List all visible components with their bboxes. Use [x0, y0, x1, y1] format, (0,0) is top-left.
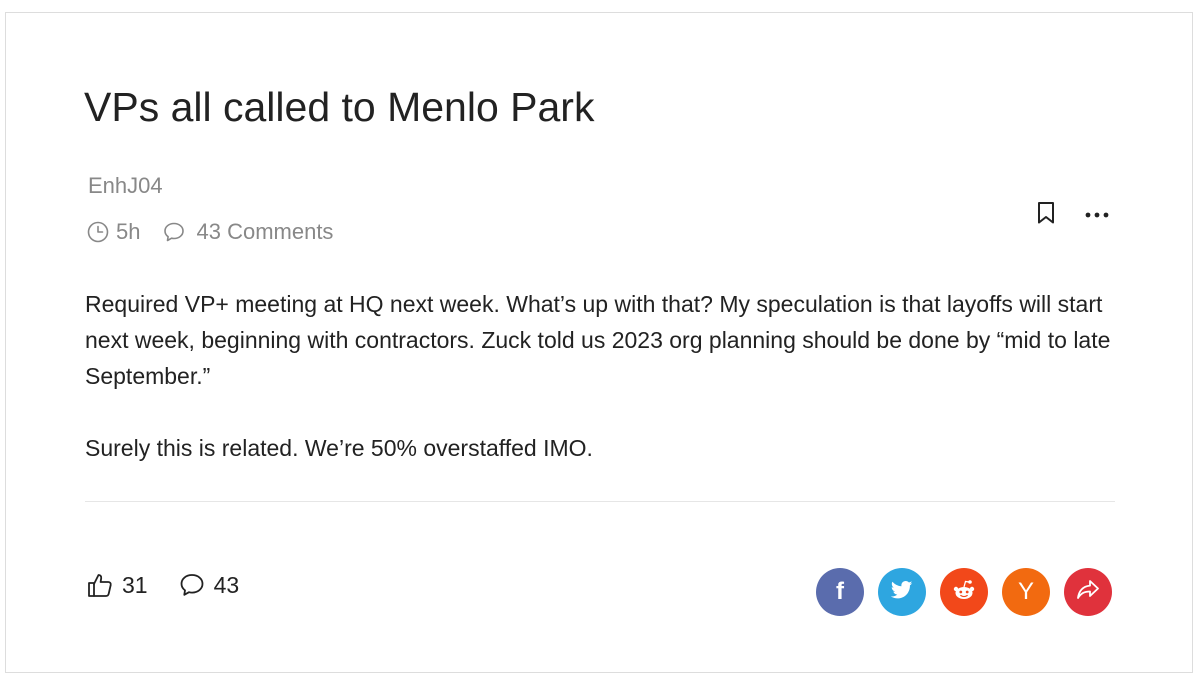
hacker-news-icon: Y: [1017, 578, 1034, 605]
bookmark-icon: [1036, 201, 1056, 230]
post-paragraph: Required VP+ meeting at HQ next week. Wh…: [85, 291, 1111, 389]
more-options-button[interactable]: [1082, 202, 1112, 226]
reddit-share-button[interactable]: [940, 568, 988, 616]
bookmark-button[interactable]: [1034, 201, 1058, 230]
more-dots-icon: [1085, 205, 1109, 223]
speech-bubble-icon: [178, 571, 206, 599]
post-body: Required VP+ meeting at HQ next week. Wh…: [85, 286, 1115, 466]
post-title: VPs all called to Menlo Park: [84, 84, 595, 130]
facebook-share-button[interactable]: f: [816, 568, 864, 616]
more-share-button[interactable]: [1064, 568, 1112, 616]
like-button[interactable]: 31: [86, 571, 148, 599]
facebook-icon: f: [836, 578, 844, 605]
comments-link[interactable]: 43 Comments: [196, 219, 333, 245]
comment-count: 43: [213, 571, 240, 598]
post-author[interactable]: EnhJ04: [88, 173, 163, 199]
hacker-news-share-button[interactable]: Y: [1002, 568, 1050, 616]
speech-bubble-icon: [162, 220, 186, 244]
post-stats: 31 43: [86, 571, 239, 599]
twitter-icon: [890, 580, 913, 604]
post-paragraph: Surely this is related. We’re 50% overst…: [85, 435, 593, 461]
reddit-icon: [952, 579, 976, 606]
comment-button[interactable]: 43: [178, 571, 240, 599]
divider: [85, 501, 1115, 502]
like-count: 31: [122, 571, 148, 598]
post-time: 5h: [116, 219, 141, 244]
twitter-share-button[interactable]: [878, 568, 926, 616]
share-arrow-icon: [1076, 579, 1100, 606]
clock-icon: [86, 220, 110, 244]
post-card: VPs all called to Menlo Park EnhJ04 5h 4…: [5, 12, 1193, 673]
share-buttons: f Y: [816, 568, 1112, 616]
post-meta: 5h 43 Comments: [86, 219, 333, 245]
thumbs-up-icon: [86, 571, 114, 599]
